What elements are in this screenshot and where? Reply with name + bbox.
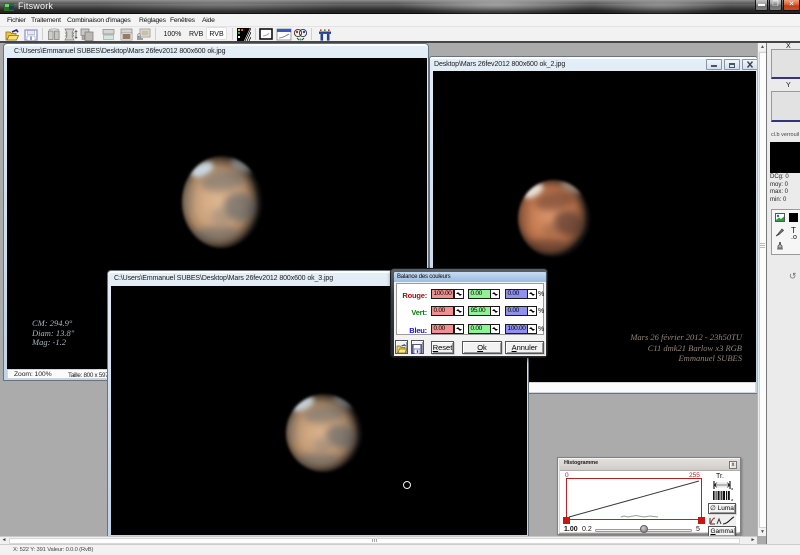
svg-text:a: a — [731, 497, 734, 501]
svg-text:a: a — [731, 486, 733, 490]
